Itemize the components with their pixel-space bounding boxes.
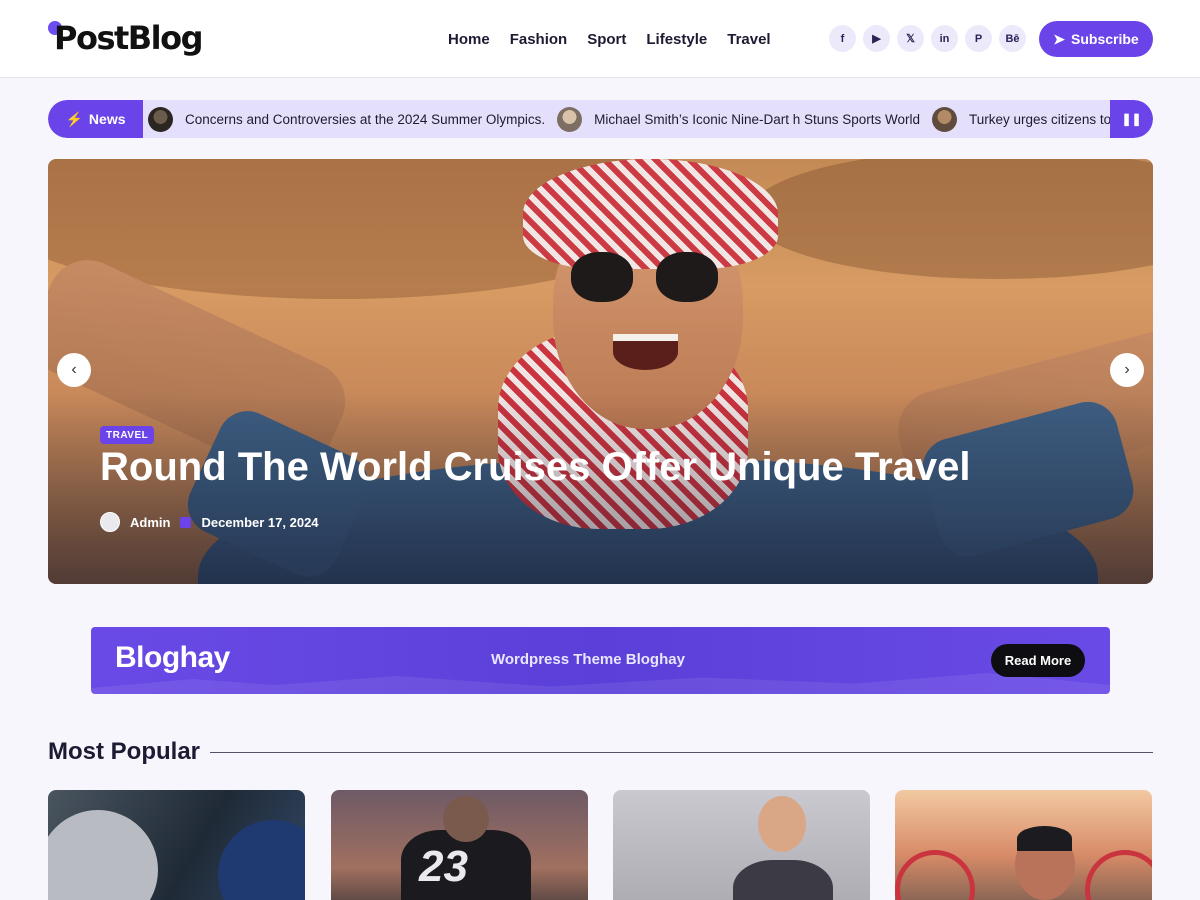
section-title: Most Popular [48,738,201,765]
hero-author[interactable]: Admin [130,515,170,530]
chevron-right-icon: › [1124,361,1130,378]
youtube-icon[interactable]: ▶ [863,25,890,52]
card-image-helmet [218,820,305,900]
hero-category-badge[interactable]: TRAVEL [100,426,155,444]
pause-button[interactable]: ❚❚ [1110,100,1153,138]
subscribe-button[interactable]: ➤ Subscribe [1039,21,1153,57]
ticker-badge-label: News [88,111,126,127]
social-links: f ▶ 𝕏 in P Bē [829,25,1026,52]
card-image-bike-wheel [1085,850,1152,900]
hero-meta: Admin December 17, 2024 [100,512,319,532]
site-logo[interactable]: PostBlog [48,16,204,60]
ticker-item[interactable]: Concerns and Controversies at the 2024 S… [148,106,546,132]
nav-travel[interactable]: Travel [727,31,770,48]
pause-icon: ❚❚ [1121,112,1142,126]
ticker-item[interactable]: Turkey urges citizens to [932,106,1110,132]
card-image-jersey-number: 23 [419,842,468,891]
popular-card[interactable] [895,790,1152,900]
banner-wave-decoration [91,673,1110,694]
nav-lifestyle[interactable]: Lifestyle [646,31,707,48]
promo-banner: Bloghay Wordpress Theme Bloghay Read Mor… [91,627,1110,694]
ticker-badge: ⚡ News [48,100,143,138]
slider-next-button[interactable]: › [1110,353,1144,387]
banner-text: Wordpress Theme Bloghay [491,651,685,668]
ticker-headline: Turkey urges citizens to [969,111,1110,127]
x-icon[interactable]: 𝕏 [897,25,924,52]
card-image-head [443,796,489,842]
news-ticker: ⚡ News Concerns and Controversies at the… [48,100,1153,138]
subscribe-label: Subscribe [1071,31,1139,47]
ticker-thumbnail [148,106,173,132]
popular-card[interactable] [48,790,305,900]
ticker-item[interactable]: Michael Smith’s Iconic Nine-Dart h Stuns… [557,106,921,132]
card-image-top [733,860,833,900]
behance-icon[interactable]: Bē [999,25,1026,52]
read-more-button[interactable]: Read More [991,644,1085,677]
ticker-headline: Michael Smith’s Iconic Nine-Dart h Stuns… [594,111,921,127]
card-image-cap [1017,826,1072,851]
hero-date: December 17, 2024 [201,514,319,530]
nav-sport[interactable]: Sport [587,31,626,48]
card-image-helmet [48,810,158,900]
banner-logo: Bloghay [115,641,230,674]
card-image-bike-wheel [895,850,975,900]
site-header: PostBlog Home Fashion Sport Lifestyle Tr… [0,0,1200,78]
ticker-thumbnail [557,106,583,132]
bolt-icon: ⚡ [65,110,83,127]
ticker-thumbnail [932,106,958,132]
hero-title[interactable]: Round The World Cruises Offer Unique Tra… [100,445,971,490]
nav-home[interactable]: Home [448,31,490,48]
section-divider [210,752,1153,753]
chevron-left-icon: ‹ [71,361,77,378]
facebook-icon[interactable]: f [829,25,856,52]
send-icon: ➤ [1053,30,1066,47]
linkedin-icon[interactable]: in [931,25,958,52]
calendar-icon [180,516,192,528]
card-image-head [758,796,806,852]
nav-fashion[interactable]: Fashion [510,31,568,48]
hero-slider[interactable]: ‹ › TRAVEL Round The World Cruises Offer… [48,159,1153,584]
ticker-items: Concerns and Controversies at the 2024 S… [148,100,1110,138]
popular-card[interactable]: 23 [331,790,588,900]
popular-card[interactable] [613,790,870,900]
main-nav: Home Fashion Sport Lifestyle Travel [448,0,771,78]
author-avatar [100,512,120,532]
ticker-headline: Concerns and Controversies at the 2024 S… [185,111,546,127]
logo-text: PostBlog [54,19,204,57]
slider-prev-button[interactable]: ‹ [57,353,91,387]
pinterest-icon[interactable]: P [965,25,992,52]
